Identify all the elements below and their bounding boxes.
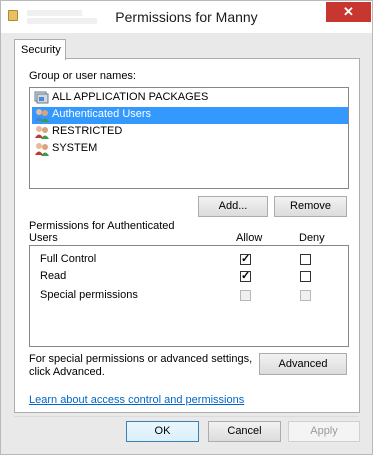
permissions-header-line2: Users	[29, 232, 58, 244]
title-bar[interactable]: Permissions for Manny ✕	[1, 1, 372, 33]
deny-column-header: Deny	[299, 232, 325, 244]
apply-button[interactable]: Apply	[288, 421, 360, 442]
tab-label: Security	[21, 44, 61, 56]
cancel-button[interactable]: Cancel	[208, 421, 281, 442]
list-item[interactable]: RESTRICTED	[32, 124, 348, 141]
security-panel: Group or user names: ALL APPLICATION PAC…	[14, 58, 360, 413]
packages-icon	[34, 91, 49, 104]
read-allow-checkbox[interactable]: ✓	[240, 271, 251, 282]
add-button[interactable]: Add...	[198, 196, 268, 217]
advanced-hint-text-line2: click Advanced.	[29, 366, 105, 378]
permissions-dialog: Permissions for Manny ✕ Security Group o…	[0, 0, 373, 455]
permission-label-full-control: Full Control	[40, 253, 97, 265]
list-item-label: ALL APPLICATION PACKAGES	[52, 91, 209, 103]
list-item-label: SYSTEM	[52, 142, 98, 154]
window-title: Permissions for Manny	[115, 9, 258, 25]
permission-label-read: Read	[40, 270, 67, 282]
remove-button[interactable]: Remove	[274, 196, 347, 217]
advanced-button[interactable]: Advanced	[259, 353, 347, 375]
users-icon	[35, 126, 49, 139]
users-icon	[35, 143, 49, 156]
close-button[interactable]: ✕	[326, 2, 371, 22]
list-item-selected[interactable]: Authenticated Users	[32, 107, 348, 124]
list-item-label: RESTRICTED	[52, 125, 123, 137]
full-control-deny-checkbox[interactable]	[300, 254, 311, 265]
group-user-list[interactable]: ALL APPLICATION PACKAGES Authenticated U…	[29, 87, 349, 189]
list-item[interactable]: SYSTEM	[32, 141, 348, 158]
full-control-allow-checkbox[interactable]: ✓	[240, 254, 251, 265]
learn-access-control-link[interactable]: Learn about access control and permissio…	[29, 394, 244, 406]
users-icon	[35, 109, 49, 122]
special-deny-checkbox	[300, 290, 311, 301]
footer-divider	[14, 416, 358, 417]
ok-button[interactable]: OK	[126, 421, 199, 442]
close-icon: ✕	[343, 4, 354, 19]
special-allow-checkbox	[240, 290, 251, 301]
list-item[interactable]: ALL APPLICATION PACKAGES	[32, 90, 348, 107]
permissions-header: Permissions for Authenticated	[29, 220, 175, 232]
group-names-label: Group or user names:	[29, 70, 136, 82]
tab-security[interactable]: Security	[14, 39, 66, 60]
list-item-label: Authenticated Users	[52, 108, 152, 120]
read-deny-checkbox[interactable]	[300, 271, 311, 282]
advanced-hint-text: For special permissions or advanced sett…	[29, 353, 253, 365]
allow-column-header: Allow	[236, 232, 263, 244]
permission-label-special: Special permissions	[40, 289, 138, 301]
